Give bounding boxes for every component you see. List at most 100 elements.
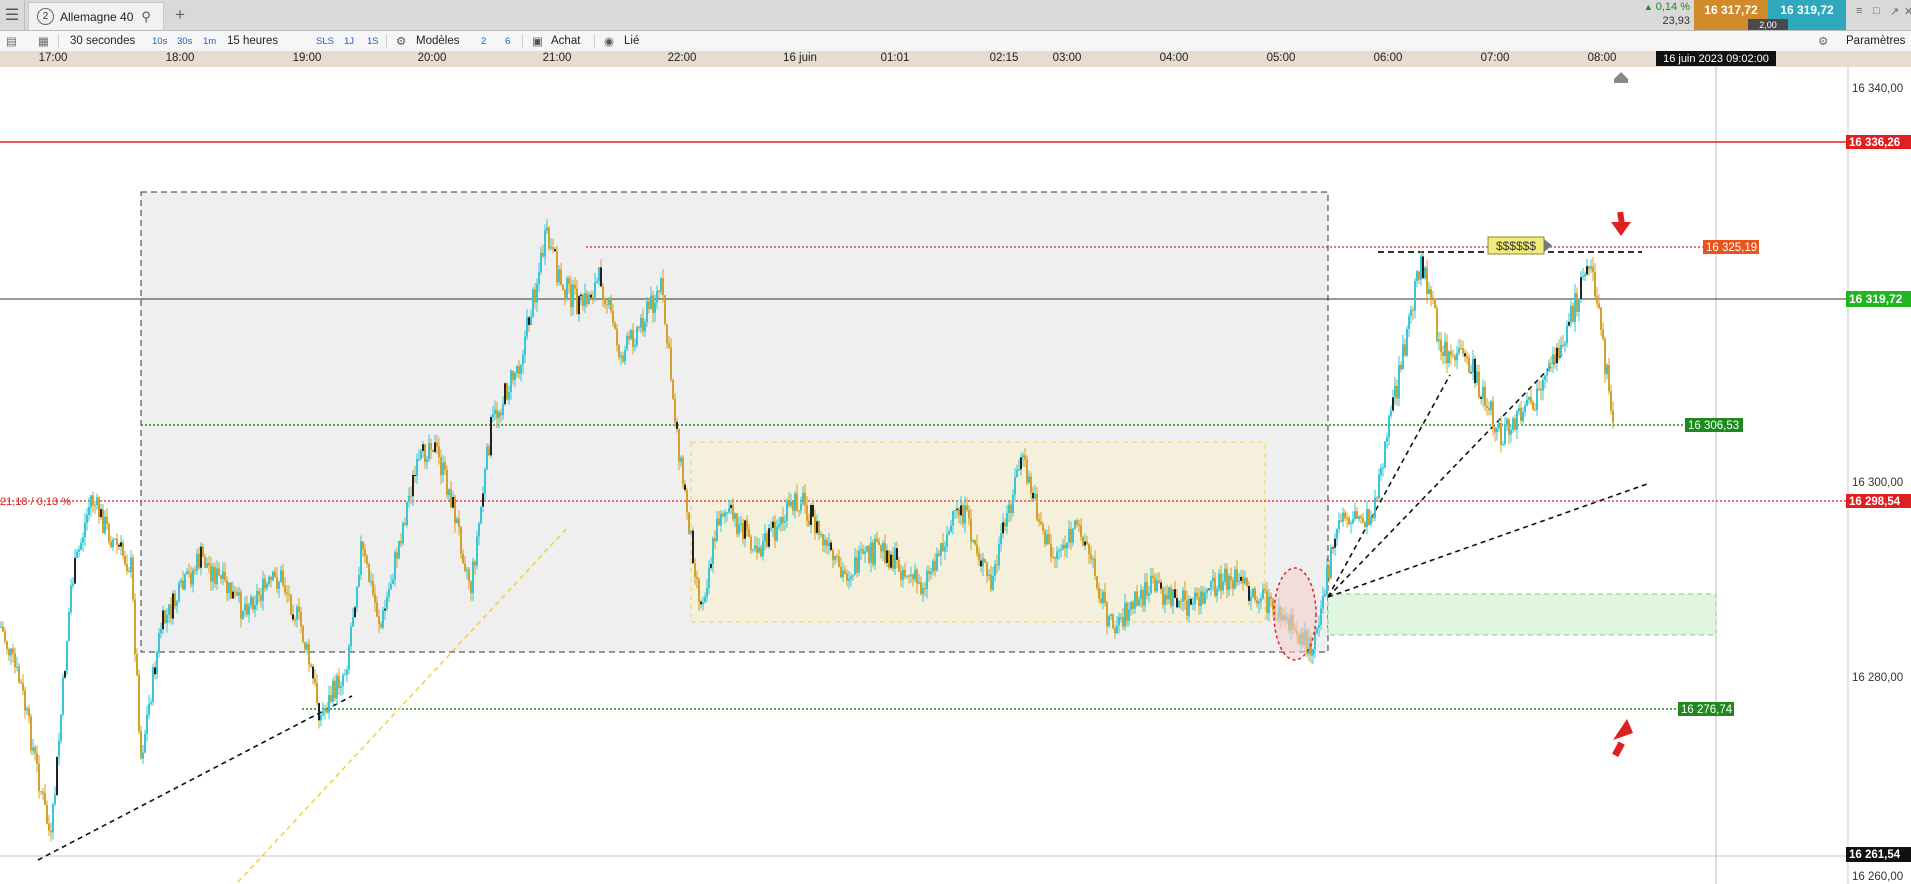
candle-body <box>892 554 894 569</box>
candle-body <box>960 505 962 516</box>
popout-icon[interactable]: ↗ <box>1890 5 1899 18</box>
candle-body <box>1476 371 1478 384</box>
candle-body <box>684 484 686 491</box>
candle-body <box>280 570 282 582</box>
cursor-price-label: 16 261,54 <box>1849 849 1901 861</box>
candle-body <box>936 553 938 571</box>
candle-body <box>1158 580 1160 583</box>
interval-1m[interactable]: 1m <box>203 31 216 51</box>
candle-body <box>144 733 146 753</box>
candle-body <box>236 592 238 596</box>
candle-body <box>1200 591 1202 606</box>
candle-body <box>112 539 114 548</box>
price-chart[interactable]: $$$$$$ 16 340,00 16 300,00 16 280,00 16 … <box>0 67 1911 884</box>
candle-body <box>574 284 576 289</box>
candle-body <box>532 289 534 317</box>
candle-body <box>266 583 268 589</box>
candle-body <box>508 391 510 400</box>
red-arrow-up-icon <box>1612 719 1633 758</box>
candle-body <box>526 317 528 337</box>
candle-body <box>230 582 232 599</box>
candle-body <box>50 830 52 833</box>
close-icon[interactable]: ✕ <box>1904 5 1911 18</box>
candle-body <box>444 462 446 470</box>
price-axis-bg <box>1848 67 1911 884</box>
candle-body <box>1602 329 1604 340</box>
period-select[interactable]: 15 heures <box>227 31 278 51</box>
period-1j[interactable]: 1J <box>344 31 354 51</box>
candle-body <box>480 506 482 524</box>
candle-body <box>644 322 646 332</box>
candle-body <box>1260 598 1262 602</box>
top-bar: ☰ 2 Allemagne 40 ⚲ + ▲ 0,14 % 23,93 16 31… <box>0 0 1911 31</box>
candle-body <box>374 594 376 603</box>
candle-body <box>180 580 182 583</box>
candle-body <box>1202 591 1204 604</box>
candle-body <box>88 507 90 515</box>
candle-body <box>1352 519 1354 524</box>
layout-2-button[interactable]: 2 <box>481 31 486 51</box>
layout-icon[interactable]: ▦ <box>38 31 49 51</box>
candle-body <box>400 541 402 544</box>
candle-body <box>42 791 44 794</box>
candle-body <box>1376 497 1378 499</box>
candle-body <box>860 549 862 551</box>
period-sls[interactable]: SLS <box>316 31 334 51</box>
candle-body <box>1356 511 1358 519</box>
candle-body <box>394 552 396 580</box>
collapse-icon[interactable]: ≡ <box>1856 5 1862 17</box>
candle-body <box>382 610 384 628</box>
candle-body <box>940 543 942 556</box>
candle-body <box>1612 410 1614 423</box>
settings-icon: ⚙ <box>1818 36 1829 48</box>
layout-6-button[interactable]: 6 <box>505 31 510 51</box>
candle-body <box>442 462 444 476</box>
candle-body <box>1332 547 1334 549</box>
candle-body <box>1420 256 1422 280</box>
candle-body <box>594 282 596 298</box>
hamburger-icon[interactable]: ☰ <box>0 0 25 30</box>
candle-body <box>952 511 954 526</box>
candle-body <box>326 709 328 713</box>
settings-button[interactable]: Paramètres <box>1846 31 1905 51</box>
candle-body <box>1326 565 1328 594</box>
candle-body <box>1474 358 1476 384</box>
candle-body <box>762 541 764 557</box>
candle-body <box>406 501 408 525</box>
candle-body <box>790 501 792 506</box>
interval-10s[interactable]: 10s <box>152 31 167 51</box>
templates-button[interactable]: Modèles <box>416 31 459 51</box>
interval-select[interactable]: 30 secondes <box>70 31 135 51</box>
candle-body <box>778 524 780 528</box>
interval-30s[interactable]: 30s <box>177 31 192 51</box>
candle-body <box>120 542 122 547</box>
candle-body <box>398 541 400 559</box>
candle-body <box>314 678 316 683</box>
period-1s[interactable]: 1S <box>367 31 379 51</box>
candle-body <box>786 501 788 521</box>
candle-body <box>108 523 110 542</box>
candle-body <box>1022 455 1024 458</box>
instrument-tab[interactable]: 2 Allemagne 40 ⚲ <box>28 2 164 30</box>
candle-body <box>70 585 72 612</box>
candle-body <box>344 674 346 676</box>
candle-body <box>246 604 248 615</box>
candle-body <box>302 626 304 643</box>
candle-body <box>1206 589 1208 593</box>
candle-body <box>984 558 986 563</box>
candle-body <box>1532 401 1534 410</box>
plus-icon[interactable]: + <box>168 0 192 30</box>
order-button[interactable]: Achat <box>551 31 580 51</box>
list-icon[interactable]: ▤ <box>6 31 17 51</box>
spread-badge: 2,00 <box>1748 19 1788 30</box>
candle-body <box>488 446 490 456</box>
candle-body <box>262 578 264 601</box>
linked-button[interactable]: Lié <box>624 31 639 51</box>
candle-body <box>1038 519 1040 522</box>
restore-icon[interactable]: □ <box>1873 5 1880 17</box>
candle-body <box>1034 493 1036 499</box>
candle-body <box>754 545 756 550</box>
candle-body <box>46 804 48 824</box>
search-icon[interactable]: ⚲ <box>141 9 151 25</box>
candle-body <box>724 512 726 517</box>
